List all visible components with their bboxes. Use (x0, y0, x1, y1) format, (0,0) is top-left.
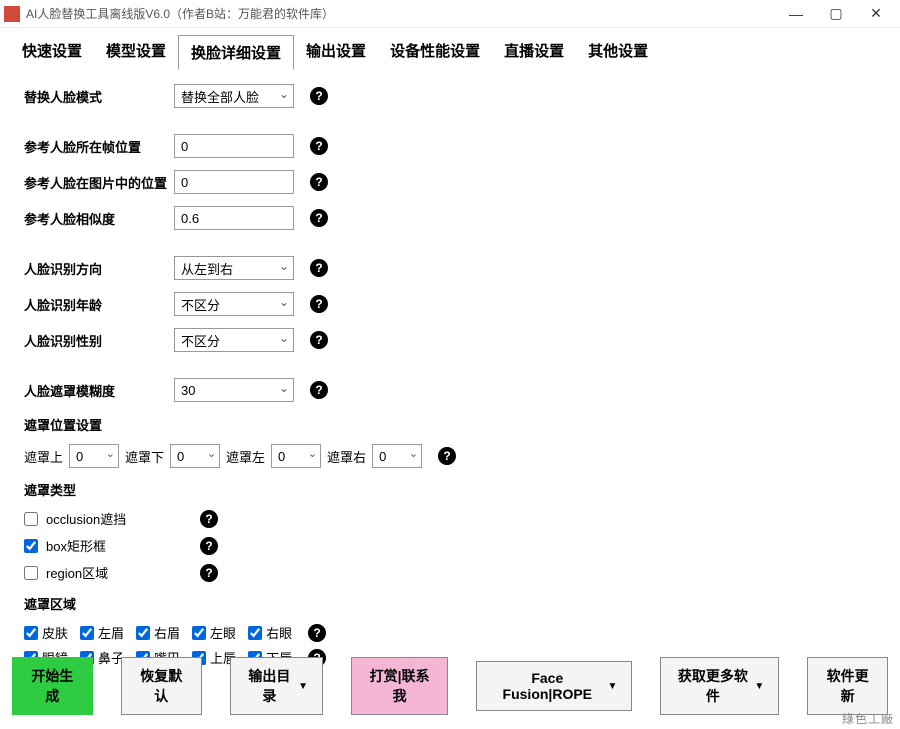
replace-mode-label: 替换人脸模式 (24, 87, 174, 106)
detect-age-combo[interactable]: 不区分 (174, 292, 294, 316)
tab-output-settings[interactable]: 输出设置 (294, 34, 378, 69)
help-icon[interactable]: ? (310, 259, 328, 277)
box-label: box矩形框 (46, 536, 176, 555)
occlusion-checkbox[interactable] (24, 512, 38, 526)
region-label: region区域 (46, 563, 176, 582)
region-skin-checkbox[interactable] (24, 626, 38, 640)
more-software-button[interactable]: 获取更多软件▼ (660, 657, 779, 715)
help-icon[interactable]: ? (308, 624, 326, 642)
mask-pos-title: 遮罩位置设置 (24, 415, 876, 434)
detect-gender-label: 人脸识别性别 (24, 331, 174, 350)
help-icon[interactable]: ? (310, 381, 328, 399)
mask-down-combo[interactable]: 0 (170, 444, 220, 468)
help-icon[interactable]: ? (310, 331, 328, 349)
ref-img-pos-label: 参考人脸在图片中的位置 (24, 173, 174, 192)
help-icon[interactable]: ? (310, 87, 328, 105)
tab-bar: 快速设置 模型设置 换脸详细设置 输出设置 设备性能设置 直播设置 其他设置 (0, 28, 900, 69)
detect-dir-label: 人脸识别方向 (24, 259, 174, 278)
help-icon[interactable]: ? (310, 209, 328, 227)
region-left-brow-checkbox[interactable] (80, 626, 94, 640)
mask-down-label: 遮罩下 (125, 447, 164, 466)
mask-region-title: 遮罩区域 (24, 594, 876, 613)
mask-right-combo[interactable]: 0 (372, 444, 422, 468)
help-icon[interactable]: ? (200, 537, 218, 555)
tab-device-performance[interactable]: 设备性能设置 (378, 34, 492, 69)
minimize-button[interactable]: — (776, 0, 816, 28)
window-title: AI人脸替换工具离线版V6.0（作者B站：万能君的软件库） (26, 5, 776, 22)
start-generate-button[interactable]: 开始生成 (12, 657, 93, 715)
tab-quick-settings[interactable]: 快速设置 (10, 34, 94, 69)
mask-left-label: 遮罩左 (226, 447, 265, 466)
tab-other-settings[interactable]: 其他设置 (576, 34, 660, 69)
detect-age-label: 人脸识别年龄 (24, 295, 174, 314)
mask-blur-label: 人脸遮罩模糊度 (24, 381, 174, 400)
help-icon[interactable]: ? (310, 295, 328, 313)
ref-frame-label: 参考人脸所在帧位置 (24, 137, 174, 156)
mask-left-combo[interactable]: 0 (271, 444, 321, 468)
tab-model-settings[interactable]: 模型设置 (94, 34, 178, 69)
mask-up-combo[interactable]: 0 (69, 444, 119, 468)
detect-dir-combo[interactable]: 从左到右 (174, 256, 294, 280)
tab-face-swap-detail[interactable]: 换脸详细设置 (178, 35, 294, 70)
settings-panel: 替换人脸模式 替换全部人脸 ? 参考人脸所在帧位置 0 ? 参考人脸在图片中的位… (0, 69, 900, 683)
software-update-button[interactable]: 软件更新 (807, 657, 888, 715)
tab-live-settings[interactable]: 直播设置 (492, 34, 576, 69)
mask-type-title: 遮罩类型 (24, 480, 876, 499)
ref-similarity-input[interactable]: 0.6 (174, 206, 294, 230)
help-icon[interactable]: ? (200, 510, 218, 528)
replace-mode-combo[interactable]: 替换全部人脸 (174, 84, 294, 108)
mask-blur-combo[interactable]: 30 (174, 378, 294, 402)
ref-frame-input[interactable]: 0 (174, 134, 294, 158)
face-fusion-rope-button[interactable]: Face Fusion|ROPE▼ (476, 661, 632, 711)
mask-up-label: 遮罩上 (24, 447, 63, 466)
footer-toolbar: 开始生成 恢复默认 输出目录▼ 打赏|联系我 Face Fusion|ROPE▼… (0, 647, 900, 729)
mask-right-label: 遮罩右 (327, 447, 366, 466)
close-button[interactable]: ✕ (856, 0, 896, 28)
region-right-brow-checkbox[interactable] (136, 626, 150, 640)
detect-gender-combo[interactable]: 不区分 (174, 328, 294, 352)
maximize-button[interactable]: ▢ (816, 0, 856, 28)
region-checkbox[interactable] (24, 566, 38, 580)
chevron-down-icon: ▼ (298, 681, 308, 692)
restore-default-button[interactable]: 恢复默认 (121, 657, 202, 715)
occlusion-label: occlusion遮挡 (46, 509, 176, 528)
help-icon[interactable]: ? (200, 564, 218, 582)
region-left-eye-checkbox[interactable] (192, 626, 206, 640)
ref-similarity-label: 参考人脸相似度 (24, 209, 174, 228)
app-icon (4, 6, 20, 22)
donate-contact-button[interactable]: 打赏|联系我 (351, 657, 448, 715)
ref-img-pos-input[interactable]: 0 (174, 170, 294, 194)
box-checkbox[interactable] (24, 539, 38, 553)
region-right-eye-checkbox[interactable] (248, 626, 262, 640)
help-icon[interactable]: ? (310, 137, 328, 155)
help-icon[interactable]: ? (438, 447, 456, 465)
titlebar: AI人脸替换工具离线版V6.0（作者B站：万能君的软件库） — ▢ ✕ (0, 0, 900, 28)
help-icon[interactable]: ? (310, 173, 328, 191)
output-dir-button[interactable]: 输出目录▼ (230, 657, 323, 715)
watermark: 綠色工廠 (842, 710, 894, 727)
chevron-down-icon: ▼ (754, 681, 764, 692)
chevron-down-icon: ▼ (607, 681, 617, 692)
